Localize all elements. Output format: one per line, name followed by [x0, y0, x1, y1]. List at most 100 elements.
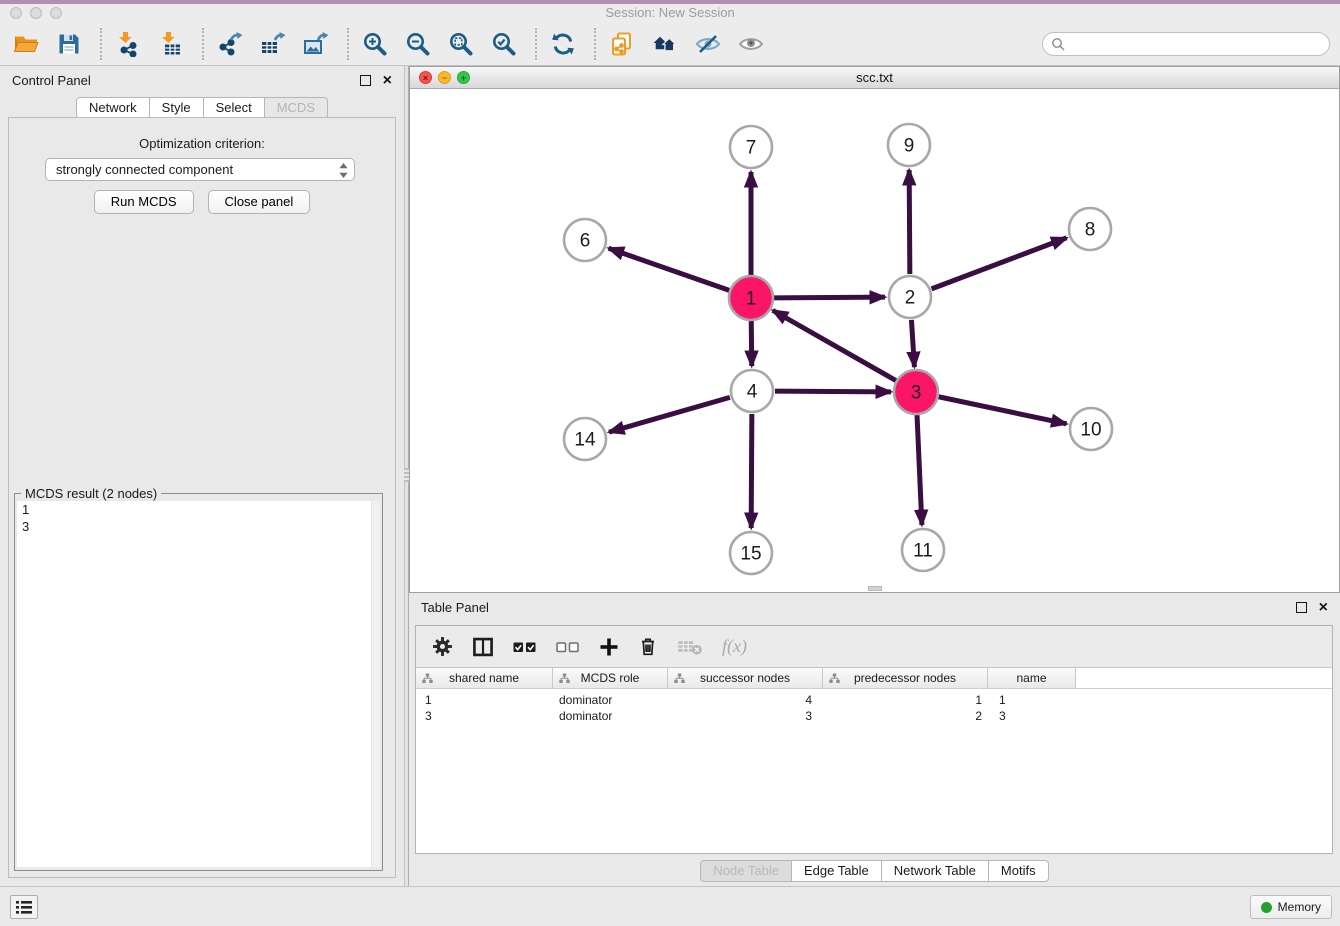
- export-network-button[interactable]: [216, 29, 244, 59]
- column-header-predecessor-nodes[interactable]: predecessor nodes: [823, 668, 988, 688]
- graph-node-label: 15: [740, 544, 761, 565]
- criterion-select[interactable]: strongly connected component: [45, 158, 355, 181]
- table-header-row: shared name MCDS role: [416, 668, 1332, 689]
- table-row[interactable]: 1 dominator 4 1 1: [416, 692, 1332, 708]
- plus-icon: [599, 637, 619, 657]
- graph-edge-2-8[interactable]: [932, 238, 1067, 289]
- memory-button[interactable]: Memory: [1250, 895, 1332, 919]
- graph-node-11[interactable]: 11: [902, 529, 944, 571]
- graph-node-label: 8: [1085, 220, 1096, 241]
- mcds-result-textarea[interactable]: 1 3: [17, 501, 380, 867]
- graph-edge-2-3[interactable]: [911, 320, 914, 367]
- add-column-button[interactable]: [599, 637, 619, 657]
- graph-node-4[interactable]: 4: [731, 370, 773, 412]
- network-maximize-icon[interactable]: +: [457, 71, 470, 84]
- graph-node-8[interactable]: 8: [1069, 208, 1111, 250]
- tab-select[interactable]: Select: [203, 97, 265, 119]
- tab-network-table[interactable]: Network Table: [881, 860, 989, 882]
- refresh-icon: [550, 31, 576, 57]
- zoom-out-button[interactable]: [404, 29, 432, 59]
- graph-edge-2-9[interactable]: [909, 170, 910, 274]
- column-header-shared-name[interactable]: shared name: [416, 668, 553, 688]
- splitter-grip-icon[interactable]: [868, 586, 882, 591]
- table-row[interactable]: 3 dominator 3 2 3: [416, 708, 1332, 724]
- network-close-icon[interactable]: ×: [419, 71, 432, 84]
- zoom-selected-button[interactable]: [490, 29, 518, 59]
- tab-style[interactable]: Style: [149, 97, 204, 119]
- show-all-button[interactable]: [737, 29, 765, 59]
- window-close-icon[interactable]: [10, 7, 22, 19]
- cell-predecessor-nodes: 1: [823, 693, 988, 707]
- graph-node-label: 1: [746, 289, 757, 310]
- deselect-all-button[interactable]: [556, 640, 580, 654]
- graph-edge-4-3[interactable]: [775, 391, 891, 392]
- column-header-name[interactable]: name: [988, 668, 1076, 688]
- tab-edge-table[interactable]: Edge Table: [791, 860, 882, 882]
- close-panel-icon[interactable]: ×: [383, 75, 392, 86]
- graph-node-3[interactable]: 3: [894, 370, 938, 414]
- tab-node-table[interactable]: Node Table: [700, 860, 792, 882]
- refresh-button[interactable]: [549, 29, 577, 59]
- zoom-in-button[interactable]: [361, 29, 389, 59]
- graph-edge-3-11[interactable]: [917, 415, 922, 525]
- network-graph[interactable]: 7 9 6 8 1 2 4 3 14 10 15 11: [410, 89, 1339, 592]
- home-layout-button[interactable]: [651, 29, 679, 59]
- export-table-icon: [260, 31, 286, 57]
- clone-network-button[interactable]: [608, 29, 636, 59]
- import-table-button[interactable]: [157, 29, 185, 59]
- graph-node-1[interactable]: 1: [729, 276, 773, 320]
- graph-edge-4-14[interactable]: [609, 397, 730, 432]
- network-canvas[interactable]: 7 9 6 8 1 2 4 3 14 10 15 11: [410, 89, 1339, 592]
- graph-node-9[interactable]: 9: [888, 124, 930, 166]
- split-columns-button[interactable]: [472, 636, 494, 658]
- close-panel-button[interactable]: Close panel: [208, 190, 311, 214]
- settings-gear-button[interactable]: [432, 636, 453, 657]
- graph-node-label: 7: [746, 138, 757, 159]
- columns-icon: [472, 636, 494, 658]
- column-header-successor-nodes[interactable]: successor nodes: [668, 668, 823, 688]
- delete-table-button[interactable]: [677, 638, 703, 655]
- criterion-value: strongly connected component: [56, 162, 233, 177]
- export-image-icon: [303, 31, 329, 57]
- table-panel: Table Panel ×: [409, 593, 1340, 886]
- graph-edge-1-2[interactable]: [774, 297, 885, 298]
- column-header-mcds-role[interactable]: MCDS role: [553, 668, 668, 688]
- export-image-button[interactable]: [302, 29, 330, 59]
- column-header-label: shared name: [449, 671, 519, 685]
- function-builder-button[interactable]: f(x): [722, 636, 747, 657]
- graph-node-15[interactable]: 15: [730, 532, 772, 574]
- window-minimize-icon[interactable]: [30, 7, 42, 19]
- window-zoom-icon[interactable]: [50, 7, 62, 19]
- graph-node-14[interactable]: 14: [564, 418, 606, 460]
- tab-mcds[interactable]: MCDS: [264, 97, 328, 119]
- tab-motifs[interactable]: Motifs: [988, 860, 1049, 882]
- graph-edge-3-1[interactable]: [773, 310, 896, 380]
- save-session-button[interactable]: [55, 29, 83, 59]
- graph-edge-3-10[interactable]: [939, 397, 1067, 424]
- graph-node-10[interactable]: 10: [1070, 408, 1112, 450]
- export-table-button[interactable]: [259, 29, 287, 59]
- result-scrollbar[interactable]: [371, 501, 380, 867]
- close-panel-icon[interactable]: ×: [1319, 602, 1328, 613]
- import-network-button[interactable]: [114, 29, 142, 59]
- hierarchy-icon: [829, 673, 840, 684]
- graph-edge-4-15[interactable]: [751, 414, 752, 528]
- run-mcds-button[interactable]: Run MCDS: [94, 190, 194, 214]
- open-session-button[interactable]: [12, 29, 40, 59]
- network-minimize-icon[interactable]: −: [438, 71, 451, 84]
- graph-node-7[interactable]: 7: [730, 126, 772, 168]
- table-toolbar: f(x): [416, 626, 1332, 668]
- task-history-button[interactable]: [10, 895, 38, 919]
- search-box[interactable]: [1042, 32, 1330, 56]
- delete-column-button[interactable]: [638, 636, 658, 657]
- graph-edge-1-6[interactable]: [609, 248, 730, 290]
- float-panel-icon[interactable]: [1296, 602, 1307, 613]
- graph-node-6[interactable]: 6: [564, 219, 606, 261]
- float-panel-icon[interactable]: [360, 75, 371, 86]
- zoom-fit-button[interactable]: [447, 29, 475, 59]
- graph-node-2[interactable]: 2: [889, 276, 931, 318]
- hide-unselected-button[interactable]: [694, 29, 722, 59]
- search-input[interactable]: [1065, 34, 1329, 54]
- select-all-button[interactable]: [513, 640, 537, 654]
- tab-network[interactable]: Network: [76, 97, 150, 119]
